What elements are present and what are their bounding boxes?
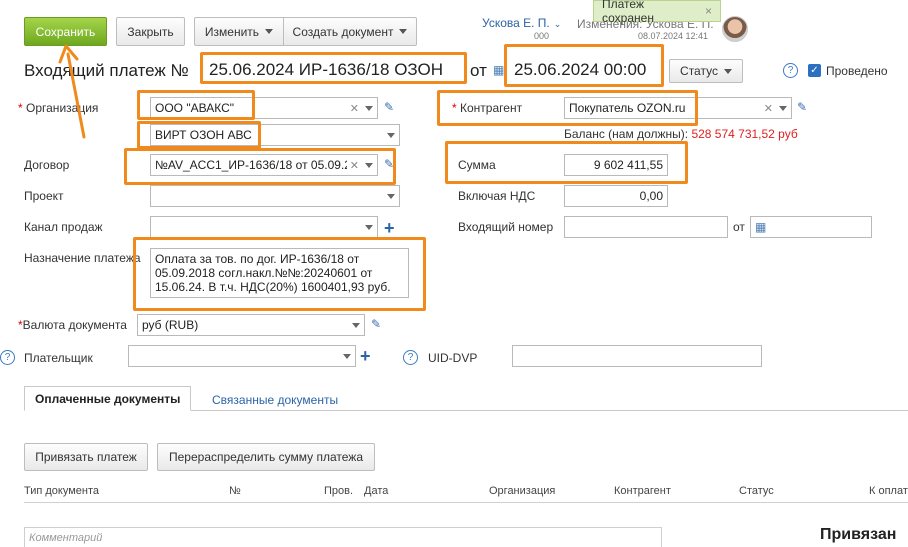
balance: Баланс (нам должны): 528 574 731,52 руб	[564, 127, 798, 141]
incoming-number-input[interactable]	[564, 216, 728, 238]
highlight-number	[200, 52, 467, 84]
edit-pencil-icon[interactable]: ✎	[384, 100, 394, 114]
edit-pencil-icon[interactable]: ✎	[371, 317, 381, 331]
contract-label: Договор	[24, 158, 70, 172]
edit-dropdown-button[interactable]: Изменить	[194, 17, 284, 46]
status-button[interactable]: Статус	[669, 59, 743, 83]
add-icon[interactable]: +	[360, 347, 371, 365]
chevron-down-icon[interactable]	[365, 105, 373, 111]
calendar-icon[interactable]: ▦	[755, 220, 766, 234]
help-icon[interactable]: ?	[783, 63, 798, 78]
comment-textarea[interactable]: Комментарий	[24, 527, 662, 547]
posted-checkbox[interactable]: ✓	[808, 64, 821, 77]
help-icon[interactable]: ?	[0, 350, 15, 365]
close-label: Закрыть	[127, 24, 174, 39]
chevron-down-icon: ⌄	[553, 19, 562, 29]
project-label: Проект	[24, 189, 64, 203]
highlight-datetime	[504, 44, 664, 87]
chevron-down-icon[interactable]	[352, 322, 360, 328]
project-select[interactable]	[150, 185, 400, 207]
toast-text: Платеж сохранен	[602, 0, 654, 25]
close-icon[interactable]: ×	[705, 4, 712, 18]
highlight-org	[137, 90, 255, 120]
tab-label: Оплаченные документы	[35, 391, 181, 406]
edit-pencil-icon[interactable]: ✎	[797, 100, 807, 114]
incoming-date-input[interactable]: ▦	[750, 216, 872, 238]
redistribute-label: Перераспределить сумму платежа	[169, 450, 363, 464]
tab-paid-documents[interactable]: Оплаченные документы	[24, 386, 192, 411]
changed-date: 08.07.2024 12:41	[638, 31, 709, 41]
edit-label: Изменить	[204, 24, 260, 39]
annotation-arrow-icon	[58, 44, 86, 139]
close-button[interactable]: Закрыть	[116, 17, 185, 46]
bind-label: Привязать платеж	[35, 450, 137, 464]
chevron-down-icon	[723, 68, 732, 74]
bind-payment-button[interactable]: Привязать платеж	[24, 443, 148, 471]
incoming-from-label: от	[733, 220, 745, 234]
chevron-down-icon[interactable]	[387, 193, 395, 199]
highlight-counterparty	[437, 90, 698, 126]
uid-input[interactable]	[512, 345, 762, 367]
create-doc-label: Создать документ	[292, 24, 394, 39]
column-header[interactable]: Организация	[489, 485, 555, 497]
column-header[interactable]: Пров.	[324, 485, 353, 497]
add-icon[interactable]: +	[384, 219, 395, 237]
uid-label: UID-DVP	[428, 351, 478, 365]
column-header[interactable]: Тип документа	[24, 485, 99, 497]
payer-label: Плательщик	[24, 351, 93, 365]
column-header[interactable]: Контрагент	[614, 485, 671, 497]
purpose-label: Назначение платежа	[24, 251, 141, 265]
user-sub: 000	[534, 31, 550, 41]
saved-toast: Платеж сохранен ×	[593, 0, 721, 25]
tab-related-documents[interactable]: Связанные документы	[212, 393, 338, 407]
avatar[interactable]	[722, 16, 748, 42]
vat-value: 0,00	[639, 189, 663, 203]
channel-select[interactable]	[150, 216, 378, 238]
chevron-down-icon	[265, 29, 274, 34]
help-icon[interactable]: ?	[403, 350, 418, 365]
chevron-down-icon[interactable]	[365, 224, 373, 230]
user-menu[interactable]: Ускова Е. П. ⌄	[482, 16, 561, 30]
redistribute-button[interactable]: Перераспределить сумму платежа	[157, 443, 375, 471]
highlight-org-sub	[137, 121, 261, 149]
currency-select[interactable]: руб (RUB)	[137, 314, 365, 336]
column-header[interactable]: №	[229, 485, 241, 497]
payer-select[interactable]	[128, 345, 356, 367]
status-label: Статус	[680, 64, 718, 78]
required-mark: *	[18, 101, 23, 115]
column-header[interactable]: Дата	[364, 485, 388, 497]
currency-value: руб (RUB)	[142, 318, 199, 332]
posted-label: Проведено	[826, 64, 888, 78]
clear-icon[interactable]: ✕	[350, 102, 359, 115]
calendar-icon[interactable]: ▦	[493, 63, 504, 77]
user-name: Ускова Е. П.	[482, 16, 550, 30]
tab-label: Связанные документы	[212, 393, 339, 407]
chevron-down-icon[interactable]	[387, 132, 395, 138]
page-title: Входящий платеж №	[24, 61, 189, 80]
vat-input[interactable]: 0,00	[564, 185, 668, 207]
save-label: Сохранить	[35, 24, 96, 39]
highlight-purpose	[133, 237, 426, 311]
linked-section-title: Привязан	[820, 526, 897, 543]
clear-icon[interactable]: ✕	[764, 102, 773, 115]
create-document-button[interactable]: Создать документ	[283, 17, 417, 46]
channel-label: Канал продаж	[24, 220, 103, 234]
incoming-number-label: Входящий номер	[458, 220, 554, 234]
comment-placeholder: Комментарий	[29, 532, 103, 544]
vat-label: Включая НДС	[458, 189, 536, 203]
column-header[interactable]: Статус	[739, 485, 774, 497]
table-header-divider	[24, 502, 908, 503]
balance-value: 528 574 731,52 руб	[691, 127, 798, 141]
chevron-down-icon[interactable]	[779, 105, 787, 111]
currency-label: *Валюта документа	[18, 318, 127, 332]
column-header[interactable]: К оплат	[869, 485, 908, 497]
highlight-sum	[445, 141, 688, 184]
from-label: от	[470, 61, 487, 80]
highlight-contract	[124, 148, 396, 185]
chevron-down-icon[interactable]	[343, 353, 351, 359]
balance-label: Баланс (нам должны):	[564, 127, 689, 141]
chevron-down-icon	[399, 29, 408, 34]
currency-label-text: Валюта документа	[22, 318, 127, 332]
